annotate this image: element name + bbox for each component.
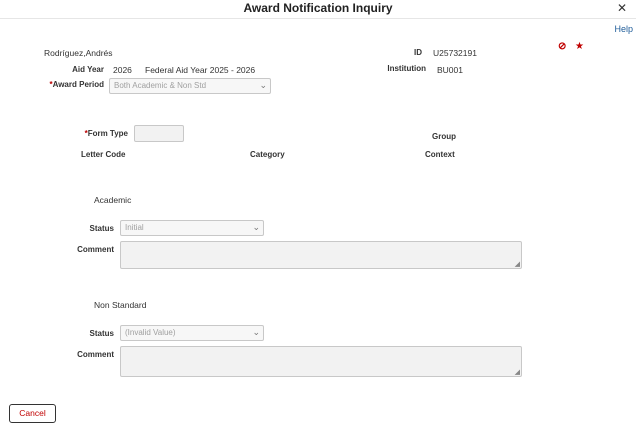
academic-status-select[interactable]: Initial ⌄	[120, 220, 264, 236]
resize-grip-icon[interactable]: ◢	[515, 261, 520, 268]
chevron-down-icon: ⌄	[252, 222, 260, 232]
letter-code-label: Letter Code	[81, 150, 126, 159]
non-standard-comment-textarea[interactable]: ◢	[120, 346, 522, 377]
form-type-input[interactable]	[134, 125, 184, 142]
non-standard-status-label: Status	[89, 329, 114, 338]
aid-year-label: Aid Year	[72, 65, 104, 74]
institution-label: Institution	[387, 64, 426, 73]
cancel-button[interactable]: Cancel	[9, 404, 56, 423]
academic-status-value: Initial	[125, 223, 144, 232]
resize-grip-icon[interactable]: ◢	[515, 369, 520, 376]
academic-comment-label: Comment	[77, 245, 114, 254]
close-icon[interactable]: ✕	[617, 1, 627, 15]
help-link[interactable]: Help	[614, 24, 633, 34]
award-period-select[interactable]: Both Academic & Non Std ⌄	[109, 78, 271, 94]
non-standard-status-value: (Invalid Value)	[125, 328, 176, 337]
id-value: U25732191	[433, 48, 477, 58]
institution-value: BU001	[437, 65, 463, 75]
academic-heading: Academic	[94, 195, 132, 205]
award-period-label: *Award Period	[30, 80, 104, 89]
academic-comment-textarea[interactable]: ◢	[120, 241, 522, 269]
group-label: Group	[432, 132, 456, 141]
form-type-label: *Form Type	[60, 129, 128, 138]
chevron-down-icon: ⌄	[259, 80, 267, 90]
id-label: ID	[414, 48, 422, 57]
aid-year-value: 2026	[113, 65, 132, 75]
non-standard-heading: Non Standard	[94, 300, 147, 310]
no-entry-icon[interactable]: ⊘	[558, 41, 566, 52]
form-type-label-text: Form Type	[87, 129, 128, 138]
non-standard-status-select[interactable]: (Invalid Value) ⌄	[120, 325, 264, 341]
page-title: Award Notification Inquiry	[243, 1, 393, 15]
student-name: Rodríguez,Andrés	[44, 48, 113, 58]
context-label: Context	[425, 150, 455, 159]
aid-year-description: Federal Aid Year 2025 - 2026	[145, 65, 256, 75]
title-bar: Award Notification Inquiry ✕	[0, 0, 636, 19]
academic-status-label: Status	[89, 224, 114, 233]
award-period-value: Both Academic & Non Std	[114, 81, 207, 90]
star-icon[interactable]: ★	[575, 41, 584, 52]
award-period-label-text: Award Period	[52, 80, 104, 89]
category-label: Category	[250, 150, 285, 159]
chevron-down-icon: ⌄	[252, 327, 260, 337]
non-standard-comment-label: Comment	[77, 350, 114, 359]
